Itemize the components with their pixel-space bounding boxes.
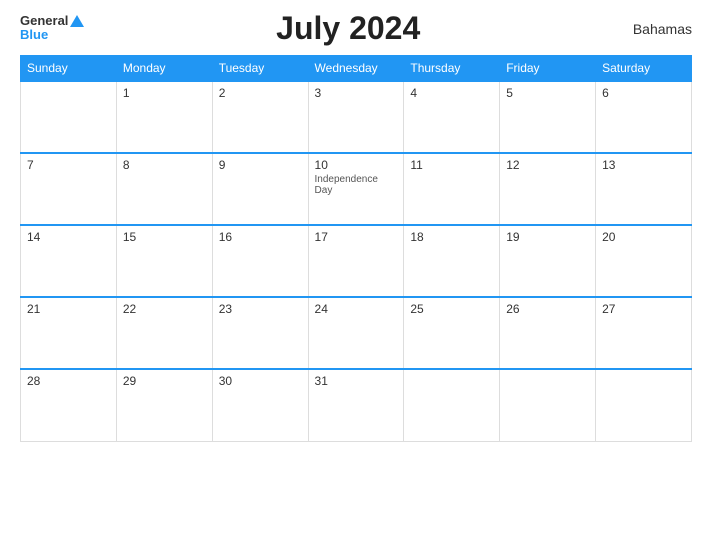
day-number: 6 — [602, 86, 609, 100]
calendar-day-cell: 1 — [116, 81, 212, 153]
logo-general-text: General — [20, 14, 68, 27]
day-number: 5 — [506, 86, 513, 100]
calendar-day-cell — [500, 369, 596, 441]
calendar-day-cell: 31 — [308, 369, 404, 441]
calendar-day-cell: 11 — [404, 153, 500, 225]
calendar-day-cell: 2 — [212, 81, 308, 153]
weekday-tuesday: Tuesday — [212, 56, 308, 82]
day-number: 15 — [123, 230, 136, 244]
calendar-day-cell: 16 — [212, 225, 308, 297]
calendar-day-cell: 22 — [116, 297, 212, 369]
day-number: 13 — [602, 158, 615, 172]
day-number: 1 — [123, 86, 130, 100]
calendar-day-cell: 12 — [500, 153, 596, 225]
calendar-day-cell — [21, 81, 117, 153]
day-number: 23 — [219, 302, 232, 316]
logo: General Blue — [20, 14, 84, 43]
calendar-day-cell: 20 — [596, 225, 692, 297]
day-number: 14 — [27, 230, 40, 244]
day-number: 2 — [219, 86, 226, 100]
calendar-week-row: 14 15 16 17 18 19 20 — [21, 225, 692, 297]
calendar-day-cell: 21 — [21, 297, 117, 369]
calendar-body: 12345678910Independence Day1112131415161… — [21, 81, 692, 441]
day-number: 9 — [219, 158, 226, 172]
day-number: 28 — [27, 374, 40, 388]
calendar-day-cell: 27 — [596, 297, 692, 369]
calendar-day-cell: 10 Independence Day — [308, 153, 404, 225]
day-number: 12 — [506, 158, 519, 172]
weekday-thursday: Thursday — [404, 56, 500, 82]
calendar-day-cell: 13 — [596, 153, 692, 225]
day-number: 18 — [410, 230, 423, 244]
calendar-day-cell: 4 — [404, 81, 500, 153]
calendar-day-cell — [404, 369, 500, 441]
calendar-day-cell: 9 — [212, 153, 308, 225]
logo-blue-text: Blue — [20, 27, 48, 42]
weekday-wednesday: Wednesday — [308, 56, 404, 82]
calendar-day-cell: 29 — [116, 369, 212, 441]
day-number: 29 — [123, 374, 136, 388]
calendar-day-cell: 24 — [308, 297, 404, 369]
day-number: 10 — [315, 158, 328, 172]
day-number: 30 — [219, 374, 232, 388]
calendar-day-cell: 15 — [116, 225, 212, 297]
calendar-day-cell: 26 — [500, 297, 596, 369]
day-number: 20 — [602, 230, 615, 244]
day-number: 3 — [315, 86, 322, 100]
weekday-friday: Friday — [500, 56, 596, 82]
weekday-sunday: Sunday — [21, 56, 117, 82]
calendar-day-cell: 3 — [308, 81, 404, 153]
calendar-day-cell: 18 — [404, 225, 500, 297]
calendar-day-cell: 25 — [404, 297, 500, 369]
day-number: 22 — [123, 302, 136, 316]
calendar-day-cell: 7 — [21, 153, 117, 225]
calendar-header: General Blue July 2024 Bahamas — [20, 10, 692, 47]
calendar-header-row: Sunday Monday Tuesday Wednesday Thursday… — [21, 56, 692, 82]
day-number: 16 — [219, 230, 232, 244]
calendar-day-cell: 5 — [500, 81, 596, 153]
weekday-monday: Monday — [116, 56, 212, 82]
calendar-day-cell: 8 — [116, 153, 212, 225]
month-title: July 2024 — [84, 10, 612, 47]
holiday-label: Independence Day — [315, 174, 398, 196]
calendar-week-row: 1 2 3 4 5 6 — [21, 81, 692, 153]
logo-triangle-icon — [70, 15, 84, 27]
day-number: 31 — [315, 374, 328, 388]
calendar-week-row: 7 8 9 10 Independence Day 11 12 13 — [21, 153, 692, 225]
day-number: 19 — [506, 230, 519, 244]
weekday-saturday: Saturday — [596, 56, 692, 82]
calendar-day-cell: 28 — [21, 369, 117, 441]
day-number: 24 — [315, 302, 328, 316]
day-number: 25 — [410, 302, 423, 316]
country-label: Bahamas — [612, 21, 692, 37]
calendar-day-cell: 14 — [21, 225, 117, 297]
day-number: 8 — [123, 158, 130, 172]
day-number: 4 — [410, 86, 417, 100]
calendar-day-cell: 30 — [212, 369, 308, 441]
calendar-table: Sunday Monday Tuesday Wednesday Thursday… — [20, 55, 692, 442]
day-number: 26 — [506, 302, 519, 316]
calendar-day-cell: 19 — [500, 225, 596, 297]
day-number: 7 — [27, 158, 34, 172]
day-number: 27 — [602, 302, 615, 316]
calendar-day-cell — [596, 369, 692, 441]
day-number: 21 — [27, 302, 40, 316]
calendar-day-cell: 6 — [596, 81, 692, 153]
calendar-day-cell: 17 — [308, 225, 404, 297]
calendar-week-row: 21 22 23 24 25 26 27 — [21, 297, 692, 369]
calendar-wrapper: General Blue July 2024 Bahamas Sunday Mo… — [0, 0, 712, 550]
calendar-week-row: 28 29 30 31 — [21, 369, 692, 441]
day-number: 17 — [315, 230, 328, 244]
day-number: 11 — [410, 158, 422, 172]
calendar-day-cell: 23 — [212, 297, 308, 369]
